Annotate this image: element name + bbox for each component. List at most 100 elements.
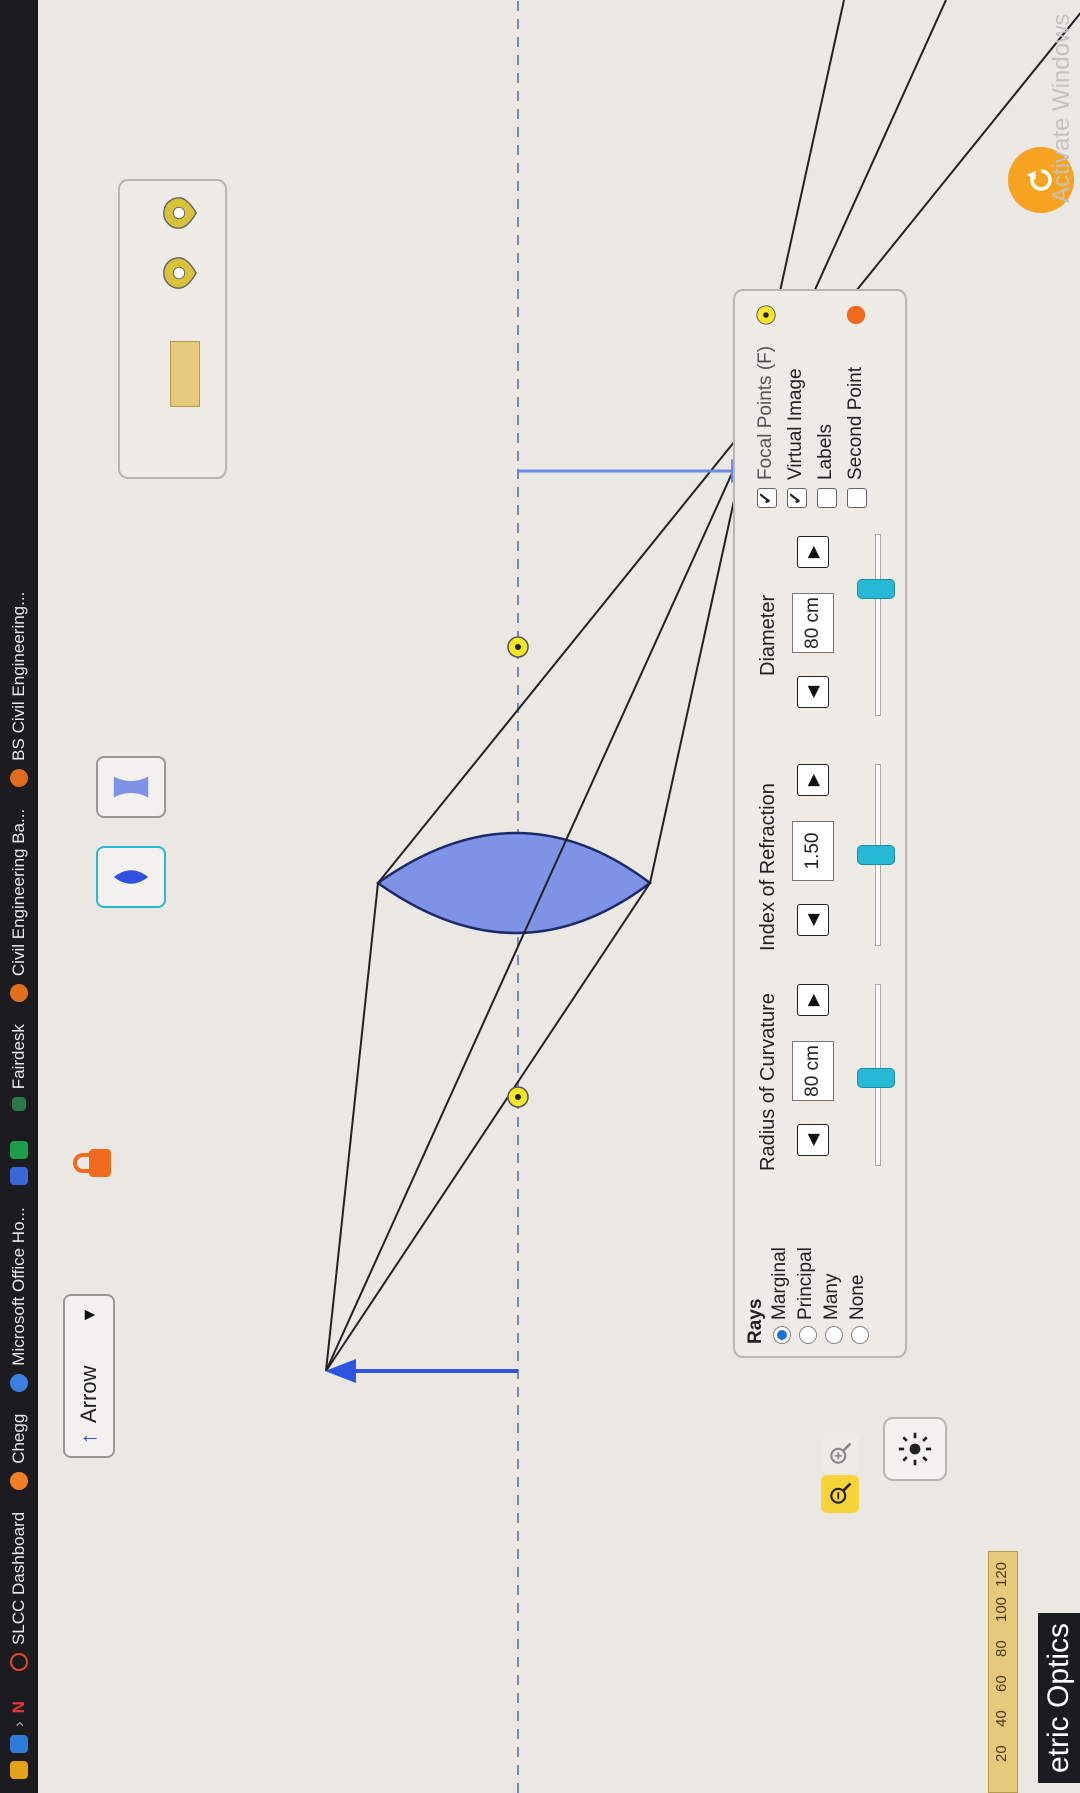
slcc-icon [10, 1653, 28, 1672]
bookmark-label: Civil Engineering Ba... [9, 808, 28, 977]
index-value[interactable]: 1.50 [792, 821, 834, 881]
object-selector[interactable]: ↑ Arrow ▼ [63, 1294, 115, 1458]
index-increase-button[interactable]: ▶ [797, 764, 829, 796]
light-settings-button[interactable] [883, 1417, 947, 1481]
index-label: Index of Refraction [757, 783, 779, 951]
control-panel: Rays Marginal Principal Many None Radius… [733, 289, 907, 1358]
radio-label: Many [821, 1273, 842, 1320]
n-icon: N [9, 1701, 28, 1714]
bookmark-label: Fairdesk [9, 1024, 28, 1090]
focal-point-left[interactable] [507, 1086, 529, 1108]
grid-app-icon [10, 1167, 28, 1186]
light-rays [325, 0, 1080, 1372]
diameter-increase-button[interactable]: ▶ [797, 536, 829, 568]
screen: › N SLCC Dashboard Chegg Microsoft Offic… [0, 0, 1080, 1793]
checkbox-virtual-image[interactable]: ✓ [786, 488, 807, 508]
ruler-tick-label: 20 [993, 1745, 1010, 1762]
simulation-area: 20 40 60 80 100 120 ↑ Arrow ▼ Rays Margi… [38, 0, 1080, 1793]
folder-icon [10, 1761, 28, 1779]
checkbox-second-point[interactable] [847, 488, 867, 508]
arrow-object-icon: ↑ [76, 1433, 101, 1444]
ruler-tick-label: 60 [993, 1675, 1010, 1692]
rotated-screen-content: › N SLCC Dashboard Chegg Microsoft Offic… [0, 0, 1080, 1793]
radio-none[interactable] [851, 1326, 869, 1344]
sim-title: etric Optics [1038, 1612, 1080, 1783]
ruler[interactable]: 20 40 60 80 100 120 [988, 1551, 1018, 1793]
second-point-marker-icon[interactable] [160, 194, 203, 232]
object-arrow[interactable] [325, 1359, 518, 1383]
chevron-icon: › [9, 1721, 28, 1727]
radio-label: None [847, 1274, 868, 1320]
checkbox-label: Focal Points (F) [755, 345, 776, 480]
bookmark-label: SLCC Dashboard [9, 1511, 28, 1646]
radio-marginal[interactable] [773, 1326, 791, 1344]
checkbox-focal-points[interactable]: ✓ [756, 488, 777, 508]
bookmark-office[interactable]: Microsoft Office Ho... [9, 1207, 29, 1392]
convex-lens-button[interactable] [96, 846, 166, 908]
bookmark-chegg[interactable]: Chegg [9, 1414, 29, 1490]
activate-windows-watermark: Activate Windows [1048, 13, 1075, 203]
diameter-decrease-button[interactable]: ◀ [797, 676, 829, 708]
dropdown-arrow-icon: ▼ [78, 1306, 99, 1324]
bs-civil-icon [10, 768, 28, 787]
convex-lens-icon [113, 870, 149, 884]
bookmark-fairdesk[interactable]: Fairdesk [9, 1024, 29, 1112]
radio-label: Marginal [769, 1247, 790, 1320]
zoom-in-icon [830, 1442, 852, 1464]
radio-label: Principal [795, 1247, 816, 1320]
radius-decrease-button[interactable]: ◀ [797, 1124, 829, 1156]
bookmark-label: Microsoft Office Ho... [9, 1207, 28, 1366]
checkbox-label: Second Point [845, 366, 866, 480]
diameter-value[interactable]: 80 cm [792, 593, 834, 653]
concave-lens-icon [113, 776, 149, 798]
diameter-slider-track[interactable] [875, 534, 881, 716]
bookmark-label: Chegg [9, 1413, 28, 1464]
fairdesk-icon [12, 1097, 26, 1112]
focal-point-right[interactable] [507, 636, 529, 658]
zoom-in-button[interactable] [821, 1435, 859, 1473]
bookmark-label: BS Civil Engineering... [9, 591, 28, 761]
plus-app-icon [10, 1141, 28, 1160]
radius-slider-thumb[interactable] [857, 1068, 895, 1088]
index-slider-thumb[interactable] [857, 845, 895, 865]
image-arrow [518, 459, 760, 483]
bookmarks-bar: › N SLCC Dashboard Chegg Microsoft Offic… [0, 0, 38, 1793]
ruler-tick-label: 120 [993, 1561, 1010, 1587]
radius-label: Radius of Curvature [757, 993, 779, 1171]
focal-point-legend-icon [756, 305, 776, 325]
checkbox-labels[interactable] [817, 488, 837, 508]
extension-icon [10, 1735, 28, 1753]
radius-value[interactable]: 80 cm [792, 1041, 834, 1101]
concave-lens-button[interactable] [96, 756, 166, 818]
office-icon [10, 1373, 28, 1392]
convex-lens[interactable] [375, 831, 653, 935]
bookmark-civil-ba[interactable]: Civil Engineering Ba... [9, 808, 29, 1003]
browser-nav-icons[interactable]: › N [9, 1693, 29, 1779]
radio-many[interactable] [825, 1326, 843, 1344]
focal-marker-icon[interactable] [160, 254, 203, 292]
bookmark-apps[interactable] [10, 1133, 28, 1186]
diameter-slider-thumb[interactable] [857, 579, 895, 599]
lock-icon[interactable] [73, 1143, 113, 1183]
bookmark-slcc[interactable]: SLCC Dashboard [9, 1511, 29, 1672]
radio-principal[interactable] [799, 1326, 817, 1344]
zoom-out-button[interactable] [821, 1475, 859, 1513]
second-point-legend-icon [846, 305, 866, 325]
ruler-tick-label: 80 [993, 1640, 1010, 1657]
ruler-tick-label: 100 [993, 1596, 1010, 1622]
ruler-icon[interactable] [170, 341, 200, 407]
toolbox-panel [118, 179, 227, 479]
index-decrease-button[interactable]: ◀ [797, 904, 829, 936]
checkbox-label: Virtual Image [785, 368, 806, 480]
chegg-icon [10, 1471, 28, 1490]
ruler-tick-label: 40 [993, 1710, 1010, 1727]
diameter-label: Diameter [757, 594, 779, 676]
civil-icon [10, 984, 28, 1003]
radius-increase-button[interactable]: ▶ [797, 984, 829, 1016]
rays-title: Rays [745, 1298, 766, 1344]
bookmark-bs-civil[interactable]: BS Civil Engineering... [9, 592, 29, 787]
object-selector-value: Arrow [76, 1365, 101, 1423]
sun-icon [898, 1432, 932, 1466]
checkbox-label: Labels [815, 424, 836, 480]
zoom-out-icon [830, 1482, 852, 1504]
